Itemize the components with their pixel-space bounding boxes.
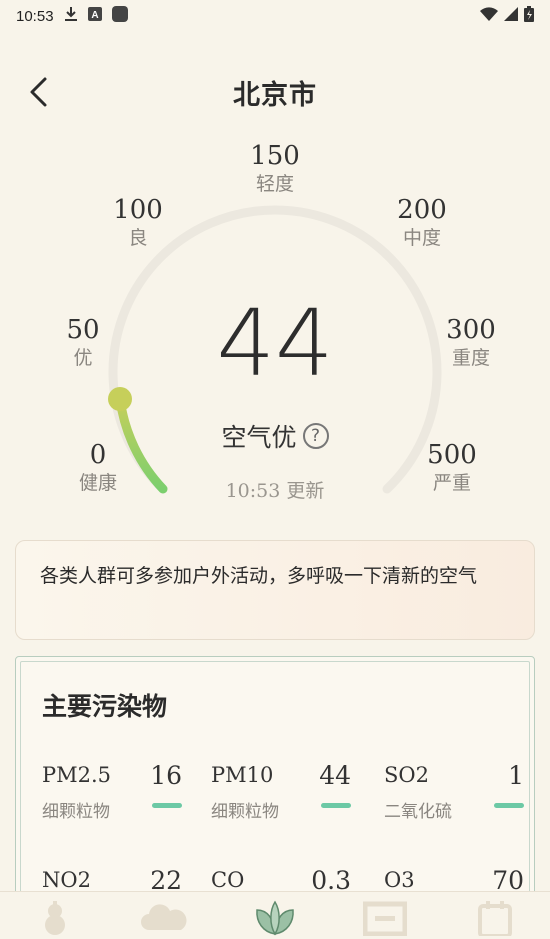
frame-icon	[363, 901, 407, 936]
help-icon[interactable]: ?	[302, 423, 329, 449]
tab-calabash[interactable]	[30, 900, 80, 939]
health-advice-text: 各类人群可多参加户外活动，多呼吸一下清新的空气	[40, 565, 478, 587]
bottom-tab-bar	[0, 891, 550, 939]
pollutant-value: 16	[150, 761, 182, 790]
signal-icon	[504, 7, 518, 25]
pollutant-desc: 二氧化硫	[384, 802, 452, 822]
health-advice-card: 各类人群可多参加户外活动，多呼吸一下清新的空气	[15, 540, 535, 640]
tab-frame[interactable]	[360, 900, 410, 939]
pollutant-desc: 细颗粒物	[42, 802, 110, 822]
pollutant-name: PM2.5	[42, 763, 112, 787]
leaf-icon	[256, 900, 294, 936]
page-title: 北京市	[233, 79, 317, 111]
chevron-left-icon	[30, 77, 47, 107]
pollutant-name: O3	[384, 868, 415, 892]
download-icon	[64, 6, 78, 26]
aqi-gauge: 0 健康 50 优 100 良 150 轻度 200 中度 300 重度 500…	[0, 130, 550, 520]
aqi-status-text: 空气优	[221, 423, 297, 452]
pollutant-level-bar	[152, 803, 182, 808]
update-time: 10:53 更新	[225, 480, 325, 502]
pollutant-value: 1	[508, 761, 524, 790]
pollutant-name: CO	[211, 868, 245, 892]
gauge-indicator	[108, 387, 132, 411]
status-bar: 10:53 A	[0, 0, 550, 32]
pollutant-name: NO2	[42, 868, 91, 892]
pollutant-name: PM10	[211, 763, 274, 787]
pollutants-title: 主要污染物	[42, 692, 168, 721]
tick-150: 150 轻度	[250, 141, 300, 195]
tick-200: 200 中度	[397, 195, 447, 249]
tab-calendar[interactable]	[470, 900, 520, 939]
pollutant-level-bar	[321, 803, 351, 808]
app-square-icon	[111, 6, 128, 26]
header: 北京市	[0, 70, 550, 114]
battery-icon	[524, 6, 534, 26]
cloud-icon	[141, 904, 187, 930]
pollutant-value: 44	[319, 761, 351, 790]
font-app-icon: A	[87, 7, 102, 25]
pollutant-level-bar	[494, 803, 524, 808]
pollutant-pm25[interactable]: PM2.5 16 细颗粒物	[42, 761, 192, 823]
tab-air[interactable]	[250, 900, 300, 939]
pollutant-name: SO2	[384, 763, 429, 787]
calabash-icon	[45, 901, 65, 935]
status-time: 10:53	[16, 7, 54, 25]
aqi-value: 44	[216, 290, 334, 397]
calendar-icon	[478, 901, 512, 936]
wifi-icon	[480, 7, 498, 25]
aqi-status-row: 空气优 ?	[0, 418, 550, 454]
pollutant-pm10[interactable]: PM10 44 细颗粒物	[211, 761, 361, 823]
pollutant-desc: 细颗粒物	[211, 802, 279, 822]
pollutant-so2[interactable]: SO2 1 二氧化硫	[384, 761, 534, 823]
back-button[interactable]	[20, 74, 56, 110]
svg-text:A: A	[91, 10, 98, 21]
tick-100: 100 良	[113, 195, 163, 249]
tab-weather[interactable]	[140, 900, 190, 939]
